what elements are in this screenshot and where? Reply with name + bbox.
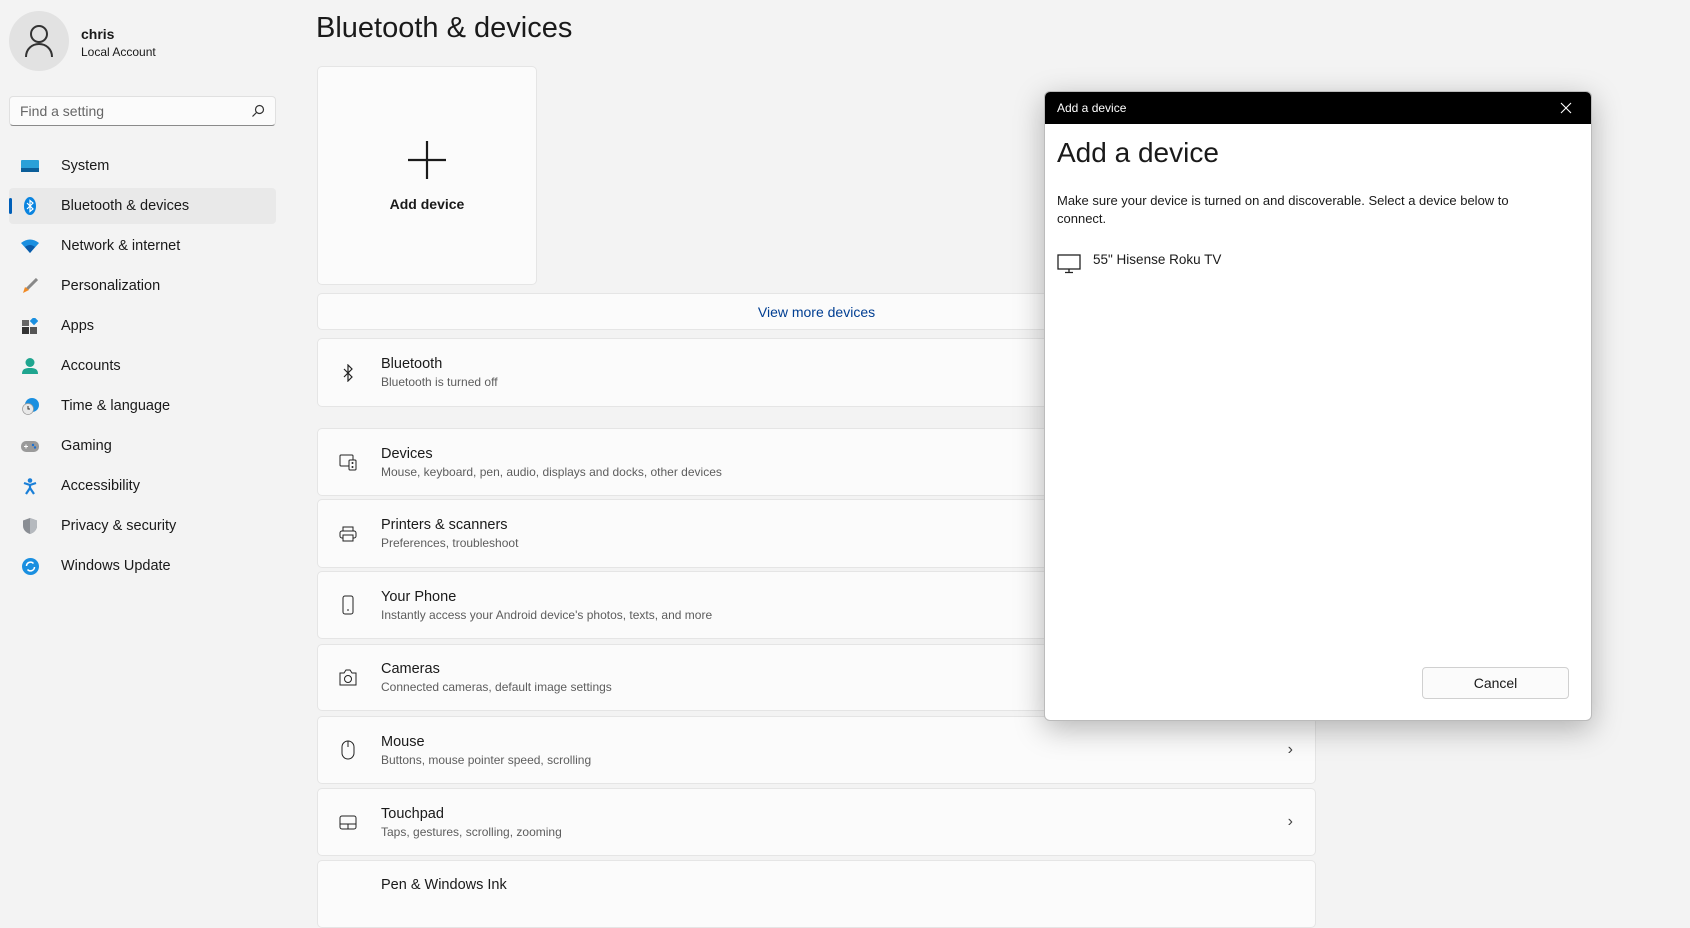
user-name: chris [81, 26, 115, 42]
chevron-right-icon: › [1287, 741, 1293, 758]
person-icon [21, 357, 39, 375]
nav-label: Gaming [61, 438, 112, 454]
add-device-dialog: Add a device Add a device Make sure your… [1044, 91, 1592, 721]
sidebar-item-windows-update[interactable]: Windows Update [9, 548, 276, 584]
devices-icon [338, 452, 358, 472]
monitor-icon [1057, 254, 1081, 274]
search-icon[interactable] [251, 104, 265, 118]
device-list-item[interactable]: 55" Hisense Roku TV [1057, 252, 1221, 274]
nav-label: Apps [61, 318, 95, 334]
row-title: Touchpad [381, 805, 444, 822]
sidebar-item-privacy[interactable]: Privacy & security [9, 508, 276, 544]
row-title: Cameras [381, 661, 440, 677]
nav-label: System [61, 158, 110, 174]
bluetooth-icon [338, 363, 358, 383]
system-icon [21, 157, 39, 175]
camera-icon [338, 668, 358, 688]
row-subtitle: Mouse, keyboard, pen, audio, displays an… [381, 464, 722, 479]
row-subtitle: Connected cameras, default image setting… [381, 680, 612, 694]
sidebar-item-accessibility[interactable]: Accessibility [9, 468, 276, 504]
sidebar-item-network[interactable]: Network & internet [9, 228, 276, 264]
dialog-window-title: Add a device [1057, 101, 1127, 115]
row-title: Your Phone [381, 588, 457, 605]
row-title: Pen & Windows Ink [381, 877, 507, 893]
mouse-row[interactable]: Mouse Buttons, mouse pointer speed, scrol… [317, 716, 1316, 784]
person-icon [25, 25, 53, 58]
dialog-instructions: Make sure your device is turned on and d… [1057, 193, 1509, 226]
brush-icon [21, 277, 39, 295]
shield-icon [21, 517, 39, 535]
row-subtitle: Buttons, mouse pointer speed, scrolling [381, 752, 592, 767]
dialog-heading: Add a device [1057, 137, 1219, 168]
nav-label: Time & language [61, 398, 171, 414]
row-subtitle: Taps, gestures, scrolling, zooming [381, 824, 562, 839]
search-box[interactable] [9, 96, 276, 126]
sidebar-item-bluetooth[interactable]: Bluetooth & devices [9, 188, 276, 224]
sidebar-item-apps[interactable]: Apps [9, 308, 276, 344]
sidebar-item-accounts[interactable]: Accounts [9, 348, 276, 384]
chevron-right-icon: › [1287, 813, 1293, 830]
device-name: 55" Hisense Roku TV [1093, 252, 1222, 267]
nav-label: Windows Update [61, 558, 171, 574]
row-subtitle: Instantly access your Android device's p… [381, 607, 713, 622]
sidebar-item-system[interactable]: System [9, 148, 276, 184]
phone-icon [338, 595, 358, 615]
row-title: Bluetooth [381, 356, 443, 372]
bluetooth-icon [21, 197, 39, 215]
page-title: Bluetooth & devices [316, 12, 573, 44]
nav-label: Accessibility [61, 478, 140, 494]
printer-icon [338, 524, 358, 544]
sidebar-nav: System Bluetooth & devices Network & int… [9, 148, 276, 588]
apps-icon [21, 317, 39, 335]
nav-label: Privacy & security [61, 518, 177, 534]
nav-label: Accounts [61, 358, 121, 374]
add-device-card[interactable]: Add device [317, 66, 537, 285]
row-title: Printers & scanners [381, 517, 508, 533]
touchpad-icon [338, 812, 358, 832]
plus-icon [408, 140, 446, 179]
nav-label: Network & internet [61, 238, 181, 254]
sidebar-item-personalization[interactable]: Personalization [9, 268, 276, 304]
cancel-button[interactable]: Cancel [1422, 667, 1569, 699]
search-input[interactable] [20, 103, 251, 119]
gamepad-icon [21, 437, 39, 455]
sidebar-item-gaming[interactable]: Gaming [9, 428, 276, 464]
touchpad-row[interactable]: Touchpad Taps, gestures, scrolling, zoomi… [317, 788, 1316, 856]
account-type: Local Account [81, 45, 156, 59]
row-title: Devices [381, 445, 433, 462]
mouse-icon [338, 740, 358, 760]
nav-label: Personalization [61, 278, 161, 294]
close-button[interactable] [1551, 92, 1581, 124]
clock-globe-icon [21, 397, 39, 415]
wifi-icon [21, 237, 39, 255]
accessibility-icon [21, 477, 39, 495]
row-subtitle: Bluetooth is turned off [381, 375, 498, 389]
update-icon [21, 557, 39, 575]
pen-windows-ink-row[interactable]: Pen & Windows Ink [317, 860, 1316, 928]
row-subtitle: Preferences, troubleshoot [381, 536, 519, 550]
row-title: Mouse [381, 733, 425, 750]
close-icon [1560, 102, 1572, 114]
dialog-titlebar: Add a device [1045, 92, 1591, 124]
nav-label: Bluetooth & devices [61, 198, 190, 214]
add-device-label: Add device [389, 195, 465, 212]
avatar[interactable] [9, 11, 69, 71]
sidebar-item-time-language[interactable]: Time & language [9, 388, 276, 424]
